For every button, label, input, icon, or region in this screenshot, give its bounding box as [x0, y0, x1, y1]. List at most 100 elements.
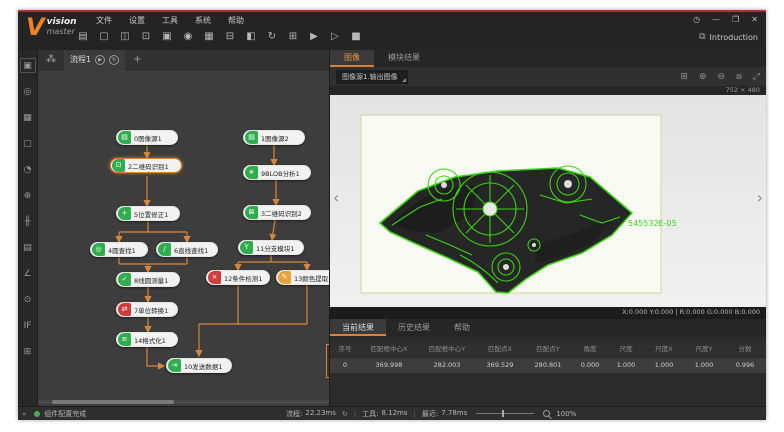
node-label: 9BLOB分析1	[258, 168, 304, 178]
about-clock-button[interactable]: ◷	[693, 15, 700, 25]
flow-node-n11[interactable]: Y11分支模块1	[238, 240, 304, 255]
flow-node-n4[interactable]: ◎4圆查找1	[90, 242, 148, 257]
menu-item-2[interactable]: 工具	[162, 15, 178, 26]
window-layout-icon[interactable]: ▣	[160, 29, 174, 44]
image-tab-1[interactable]: 模块结果	[374, 50, 434, 67]
window-controls: ◷ — ❐ ✕	[693, 15, 758, 25]
acquisition-tool-icon[interactable]: ▣	[20, 58, 36, 73]
defect-tool-icon[interactable]: ∠	[20, 266, 36, 281]
flow-overview-box[interactable]	[326, 344, 329, 378]
sync-icon[interactable]: ↻	[265, 29, 279, 44]
image-tab-0[interactable]: 图像	[330, 50, 374, 67]
result-tabs: 当前结果历史结果帮助	[330, 318, 766, 336]
flow-node-n5[interactable]: +5位置修正1	[116, 206, 180, 221]
image-source-dropdown[interactable]: 图像源1.输出图像	[336, 70, 408, 84]
zoom-out-icon[interactable]: ⊖	[718, 72, 726, 82]
minimize-button[interactable]: —	[712, 15, 720, 25]
logic-if-tool-icon[interactable]: IF	[20, 318, 36, 333]
status-ok-dot	[34, 411, 40, 417]
one-to-one-icon[interactable]: ⧇	[736, 72, 742, 82]
run-once-button[interactable]: ▶	[95, 55, 105, 65]
flow-node-n10[interactable]: ⇥10发送数据1	[166, 358, 232, 373]
add-flow-button[interactable]: +	[133, 54, 141, 65]
location-tool-icon[interactable]: ◎	[20, 84, 36, 99]
stop-icon[interactable]: ■	[349, 29, 363, 44]
column-header: 序号	[330, 342, 360, 357]
flow-node-n0[interactable]: ▤0图像源1	[116, 130, 178, 145]
statusbar-expand-icon[interactable]: »	[22, 410, 26, 418]
column-header: 分数	[724, 342, 766, 357]
metric-separator: |	[354, 410, 356, 418]
communication-tool-icon[interactable]: ⊞	[20, 344, 36, 359]
column-header: 尺度X	[644, 342, 684, 357]
metric-2: 最近:7.78ms	[422, 409, 467, 419]
introduction-button[interactable]: ⧉ Introduction	[699, 32, 758, 42]
fit-view-icon[interactable]: ⊞	[680, 72, 688, 82]
canvas-hscroll-thumb[interactable]	[52, 400, 174, 404]
run-loop-button[interactable]: ↻	[109, 55, 119, 65]
menu-item-3[interactable]: 系统	[195, 15, 211, 26]
measure-tool-icon[interactable]: ◔	[20, 162, 36, 177]
flow-list-icon[interactable]: ⁂	[46, 54, 56, 65]
crop-tool-icon[interactable]: ▢	[20, 136, 36, 151]
save-as-icon[interactable]: ◫	[118, 29, 132, 44]
io-card-icon[interactable]: ⊟	[223, 29, 237, 44]
flow-tab-label: 流程1	[70, 54, 91, 65]
flow-tab[interactable]: 流程1 ▶ ↻	[64, 50, 125, 70]
menu-item-4[interactable]: 帮助	[228, 15, 244, 26]
flow-node-n1[interactable]: ▤1图像源2	[243, 130, 305, 145]
module-manager-icon[interactable]: ◧	[244, 29, 258, 44]
node-label: 5位置修正1	[131, 209, 172, 219]
menu-item-1[interactable]: 设置	[129, 15, 145, 26]
refresh-icon[interactable]: ↻	[342, 410, 348, 418]
result-tab-2[interactable]: 帮助	[442, 319, 482, 336]
float-window-icon[interactable]: ⤢	[753, 72, 760, 82]
flow-node-n14[interactable]: ≡14格式化1	[116, 332, 178, 347]
tool-sidebar: ▣ ◎ ▦ ▢ ◔ ⊕ ╫ ▤ ∠ ⊙ IF ⊞	[18, 50, 38, 406]
flow-node-n12[interactable]: ×12条件检测1	[206, 270, 270, 285]
recognition-tool-icon[interactable]: ⊕	[20, 188, 36, 203]
flow-node-n7[interactable]: ⇄7单位转换1	[116, 302, 178, 317]
calibration-tool-icon[interactable]: ⊙	[20, 292, 36, 307]
save-icon[interactable]: ▤	[76, 29, 90, 44]
image-tool-icon[interactable]: ▦	[20, 110, 36, 125]
table-row[interactable]: 0369.998282.003369.529280.8010.0001.0001…	[330, 357, 766, 373]
open-icon[interactable]: ▢	[97, 29, 111, 44]
magnifier-icon	[543, 410, 550, 417]
prev-image-arrow[interactable]: ‹	[333, 190, 339, 206]
export-icon[interactable]: ⊡	[139, 29, 153, 44]
run-once-icon[interactable]: ▶	[307, 29, 321, 44]
flow-node-n2[interactable]: ⊡2二维码识别1	[110, 158, 182, 173]
node-label: 2二维码识别1	[125, 161, 173, 171]
result-tab-0[interactable]: 当前结果	[330, 319, 386, 336]
flow-canvas[interactable]: ▤0图像源1 ▤1图像源2 ⊡2二维码识别1 ∗9BLOB分析1 +5位置修正1 ⊠3二维…	[38, 70, 329, 406]
zoom-slider-handle[interactable]	[502, 410, 504, 417]
flow-node-n3[interactable]: ⊠3二维码识别2	[243, 205, 311, 220]
flow-node-n6[interactable]: /6直线查找1	[156, 242, 218, 257]
inspected-part-image: 545532E-05	[330, 95, 702, 307]
caliper-tool-icon[interactable]: ╫	[20, 214, 36, 229]
node-label: 14格式化1	[131, 335, 170, 345]
node-icon: Y	[240, 241, 253, 254]
node-icon: ⇄	[118, 303, 131, 316]
close-button[interactable]: ✕	[751, 15, 758, 25]
run-continuous-icon[interactable]: ▷	[328, 29, 342, 44]
restore-button[interactable]: ❐	[732, 15, 739, 25]
flow-node-n9[interactable]: ∗9BLOB分析1	[243, 165, 311, 180]
image-viewport[interactable]: ‹ ›	[330, 95, 766, 307]
camera-icon[interactable]: ◉	[181, 29, 195, 44]
zoom-level: 100%	[556, 410, 576, 418]
list-tool-icon[interactable]: ▤	[20, 240, 36, 255]
data-queue-icon[interactable]: ▦	[202, 29, 216, 44]
column-header: 匹配点Y	[524, 342, 572, 357]
titlebar: V vision master 文件设置工具系统帮助 ▤▢◫⊡▣◉▦⊟◧↻⊞▶▷…	[18, 12, 766, 50]
zoom-slider[interactable]	[476, 413, 534, 414]
zoom-in-icon[interactable]: ⊕	[699, 72, 707, 82]
communication-icon[interactable]: ⊞	[286, 29, 300, 44]
flow-node-n13[interactable]: ✎13颜色提取1	[276, 270, 329, 285]
flow-node-n8[interactable]: ✓8线圆测量1	[116, 272, 180, 287]
menu-item-0[interactable]: 文件	[96, 15, 112, 26]
result-tab-1[interactable]: 历史结果	[386, 319, 442, 336]
canvas-hscrollbar[interactable]	[38, 400, 329, 404]
next-image-arrow[interactable]: ›	[757, 190, 763, 206]
